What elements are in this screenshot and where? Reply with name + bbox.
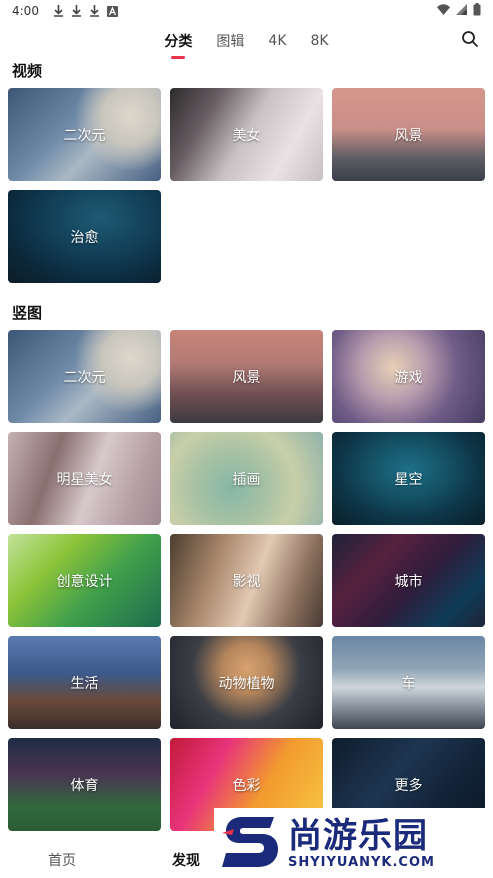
- vertical-category-grid: 二次元 风景 游戏 明星美女 插画 星空 创意设计 影视 城市 生活 动物植物: [8, 330, 485, 831]
- status-bar: 4:00: [0, 0, 493, 22]
- category-card-illustration[interactable]: 插画: [170, 432, 323, 525]
- nav-item-home[interactable]: 首页: [48, 850, 76, 870]
- section-title-vertical: 竖图: [12, 304, 43, 322]
- download-icon: [53, 5, 65, 17]
- category-label: 风景: [232, 369, 261, 386]
- category-card-scenery[interactable]: 风景: [170, 330, 323, 423]
- category-label: 星空: [394, 471, 423, 488]
- category-label: 治愈: [70, 229, 99, 246]
- category-card-game[interactable]: 游戏: [332, 330, 485, 423]
- watermark: 尚游乐园 SHYIYUANYK.COM: [214, 808, 493, 878]
- tab-category[interactable]: 分类: [162, 31, 194, 51]
- category-label: 二次元: [63, 369, 106, 386]
- search-button[interactable]: [461, 30, 479, 48]
- category-card-healing[interactable]: 治愈: [8, 190, 161, 283]
- wifi-icon: [437, 4, 450, 18]
- category-card-city[interactable]: 城市: [332, 534, 485, 627]
- category-card-life[interactable]: 生活: [8, 636, 161, 729]
- top-tabs: 分类 图辑 4K 8K: [0, 26, 493, 56]
- category-card-celebrity[interactable]: 明星美女: [8, 432, 161, 525]
- category-label: 车: [401, 675, 416, 692]
- category-card-scenery[interactable]: 风景: [332, 88, 485, 181]
- category-label: 生活: [70, 675, 99, 692]
- category-label: 动物植物: [218, 675, 275, 692]
- category-label: 城市: [394, 573, 423, 590]
- category-label: 明星美女: [56, 471, 113, 488]
- watermark-title: 尚游乐园: [288, 815, 428, 856]
- category-card-sports[interactable]: 体育: [8, 738, 161, 831]
- section-title-video: 视频: [12, 62, 43, 80]
- tab-4k[interactable]: 4K: [266, 33, 288, 49]
- category-label: 风景: [394, 127, 423, 144]
- signal-icon: [456, 4, 467, 18]
- tab-8k[interactable]: 8K: [309, 33, 331, 49]
- category-card-anime[interactable]: 二次元: [8, 88, 161, 181]
- category-label: 创意设计: [56, 573, 113, 590]
- download-icon: [89, 5, 101, 17]
- search-icon: [462, 31, 478, 47]
- category-label: 插画: [232, 471, 261, 488]
- category-card-animals-plants[interactable]: 动物植物: [170, 636, 323, 729]
- category-card-car[interactable]: 车: [332, 636, 485, 729]
- category-card-film[interactable]: 影视: [170, 534, 323, 627]
- category-card-creative-design[interactable]: 创意设计: [8, 534, 161, 627]
- watermark-logo-icon: [222, 817, 278, 867]
- watermark-text: 尚游乐园 SHYIYUANYK.COM: [288, 817, 435, 870]
- category-label: 美女: [232, 127, 261, 144]
- watermark-url: SHYIYUANYK.COM: [288, 854, 435, 870]
- category-label: 二次元: [63, 127, 106, 144]
- status-time: 4:00: [12, 4, 39, 18]
- category-label: 游戏: [394, 369, 423, 386]
- video-category-grid: 二次元 美女 风景 治愈: [8, 88, 485, 283]
- category-card-beauty[interactable]: 美女: [170, 88, 323, 181]
- category-label: 色彩: [232, 777, 261, 794]
- app-screen: 4:00 分类 图辑 4K 8K 视频 二次元 美女 风景 治愈 竖图 二次元 …: [0, 0, 493, 878]
- category-card-starry-sky[interactable]: 星空: [332, 432, 485, 525]
- nav-item-discover[interactable]: 发现: [172, 850, 200, 870]
- download-icon: [71, 5, 83, 17]
- category-label: 体育: [70, 777, 99, 794]
- category-label: 影视: [232, 573, 261, 590]
- category-card-anime[interactable]: 二次元: [8, 330, 161, 423]
- category-label: 更多: [394, 777, 423, 794]
- status-right-icons: [437, 3, 481, 19]
- tab-albums[interactable]: 图辑: [214, 31, 246, 51]
- font-icon: [107, 5, 119, 17]
- battery-icon: [473, 3, 481, 19]
